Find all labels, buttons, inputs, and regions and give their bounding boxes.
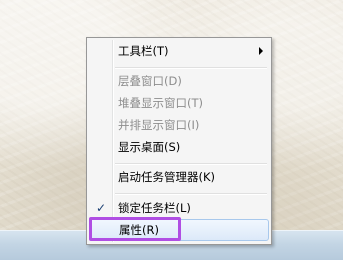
menu-item-label: 启动任务管理器(K) <box>118 170 216 184</box>
menu-item-toolbars[interactable]: 工具栏(T) <box>89 40 269 62</box>
menu-separator <box>115 67 267 69</box>
menu-item-label: 锁定任务栏(L) <box>118 201 191 215</box>
menu-item-label: 并排显示窗口(I) <box>118 118 200 132</box>
menu-item-label: 层叠窗口(D) <box>118 74 182 88</box>
menu-item-lock-taskbar[interactable]: ✓ 锁定任务栏(L) <box>89 197 269 219</box>
highlight-annotation-box <box>89 217 181 241</box>
menu-separator <box>115 193 267 195</box>
menu-item-stack-windows: 堆叠显示窗口(T) <box>89 92 269 114</box>
menu-item-label: 工具栏(T) <box>118 44 169 58</box>
menu-item-label: 堆叠显示窗口(T) <box>118 96 203 110</box>
menu-item-side-by-side-windows: 并排显示窗口(I) <box>89 114 269 136</box>
menu-separator <box>115 163 267 165</box>
menu-item-cascade-windows: 层叠窗口(D) <box>89 70 269 92</box>
checkmark-icon: ✓ <box>95 201 107 215</box>
menu-item-label: 显示桌面(S) <box>118 140 181 154</box>
menu-item-task-manager[interactable]: 启动任务管理器(K) <box>89 166 269 188</box>
submenu-arrow-icon <box>259 47 263 55</box>
taskbar-context-menu: 工具栏(T) 层叠窗口(D) 堆叠显示窗口(T) 并排显示窗口(I) 显示桌面(… <box>86 37 272 245</box>
menu-item-show-desktop[interactable]: 显示桌面(S) <box>89 136 269 158</box>
